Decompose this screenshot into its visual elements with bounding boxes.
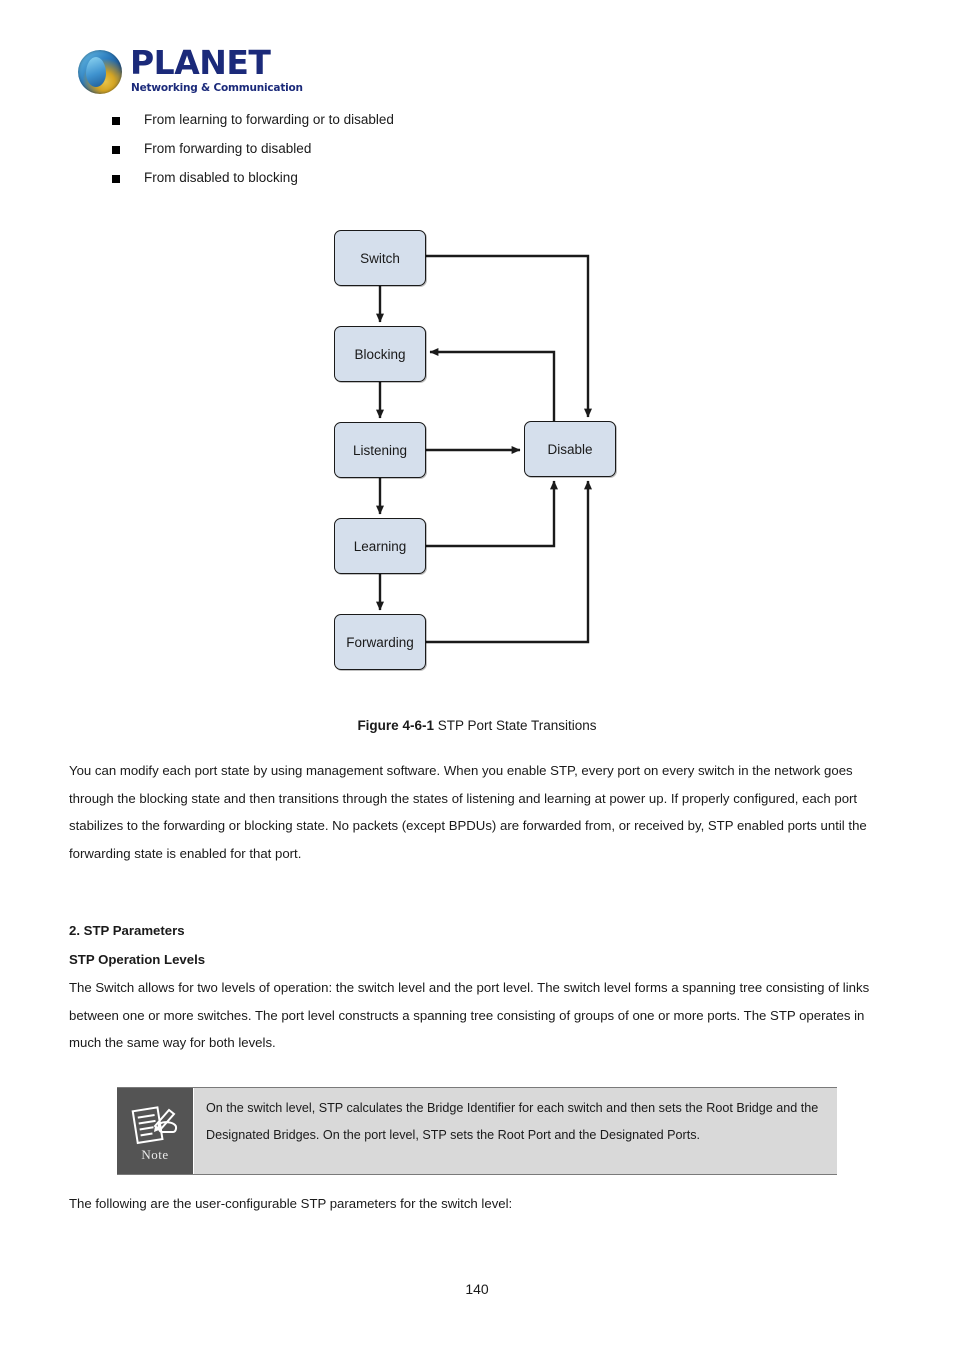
list-item: From disabled to blocking — [112, 168, 812, 197]
square-bullet-icon — [112, 146, 120, 154]
page-number: 140 — [465, 1281, 489, 1297]
figure-caption-label: Figure 4-6-1 — [357, 718, 434, 733]
figure-caption: Figure 4-6-1 STP Port State Transitions — [0, 718, 954, 733]
diagram-node-blocking: Blocking — [334, 326, 426, 382]
diagram-node-listening: Listening — [334, 422, 426, 478]
diagram-node-label: Learning — [353, 538, 407, 554]
diagram-node-label: Listening — [352, 442, 408, 458]
paragraph-following-parameters: The following are the user-configurable … — [69, 1196, 513, 1211]
transition-bullet-list: From learning to forwarding or to disabl… — [112, 110, 812, 197]
diagram-node-forwarding: Forwarding — [334, 614, 426, 670]
diagram-node-label: Switch — [360, 250, 400, 266]
paragraph-port-state: You can modify each port state by using … — [69, 763, 867, 861]
list-item-label: From disabled to blocking — [144, 170, 298, 185]
diagram-node-disable: Disable — [524, 421, 616, 477]
note-callout: Note On the switch level, STP calculates… — [117, 1087, 837, 1175]
note-pen-paper-icon — [131, 1102, 179, 1146]
diagram-node-label: Blocking — [354, 346, 406, 362]
list-item-label: From learning to forwarding or to disabl… — [144, 112, 394, 127]
heading-stp-parameters: 2. STP Parameters — [69, 923, 185, 938]
list-item-label: From forwarding to disabled — [144, 141, 312, 156]
brand-tagline: Networking & Communication — [131, 82, 303, 94]
brand-name: PLANET — [130, 43, 271, 82]
paragraph-operation-levels: The Switch allows for two levels of oper… — [69, 980, 870, 1050]
planet-globe-icon — [78, 50, 122, 94]
square-bullet-icon — [112, 117, 120, 125]
note-label: Note — [141, 1146, 169, 1162]
brand-logo: PLANET Networking & Communication — [78, 44, 378, 100]
diagram-node-label: Disable — [547, 441, 593, 457]
diagram-node-learning: Learning — [334, 518, 426, 574]
list-item: From learning to forwarding or to disabl… — [112, 110, 812, 139]
heading-stp-operation-levels: STP Operation Levels — [69, 952, 206, 967]
diagram-node-switch: Switch — [334, 230, 426, 286]
note-text: On the switch level, STP calculates the … — [193, 1088, 837, 1174]
figure-caption-text: STP Port State Transitions — [433, 718, 597, 733]
list-item: From forwarding to disabled — [112, 139, 812, 168]
diagram-node-label: Forwarding — [346, 634, 414, 650]
square-bullet-icon — [112, 175, 120, 183]
note-icon-panel: Note — [117, 1088, 193, 1174]
